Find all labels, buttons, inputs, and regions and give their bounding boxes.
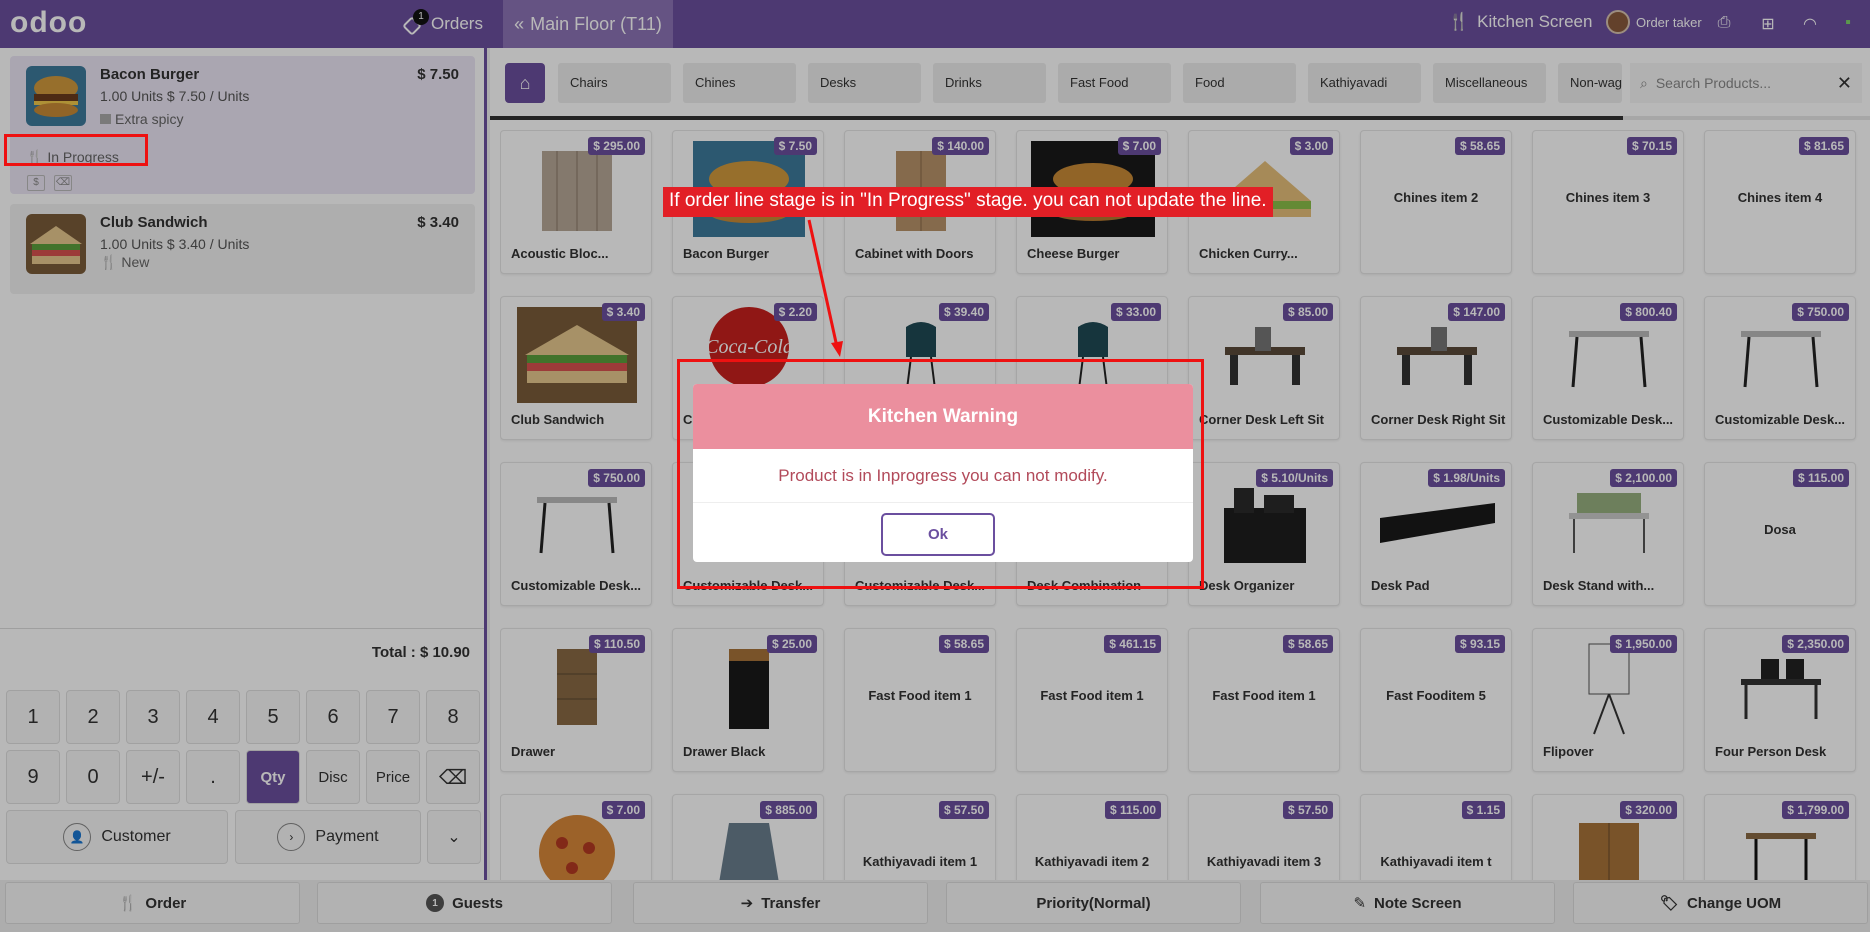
- annotation-highlight-dialog: [677, 359, 1204, 589]
- annotation-callout: If order line stage is in "In Progress" …: [663, 187, 1273, 217]
- annotation-arrow: [807, 219, 843, 357]
- annotation-highlight-stage: [4, 134, 148, 166]
